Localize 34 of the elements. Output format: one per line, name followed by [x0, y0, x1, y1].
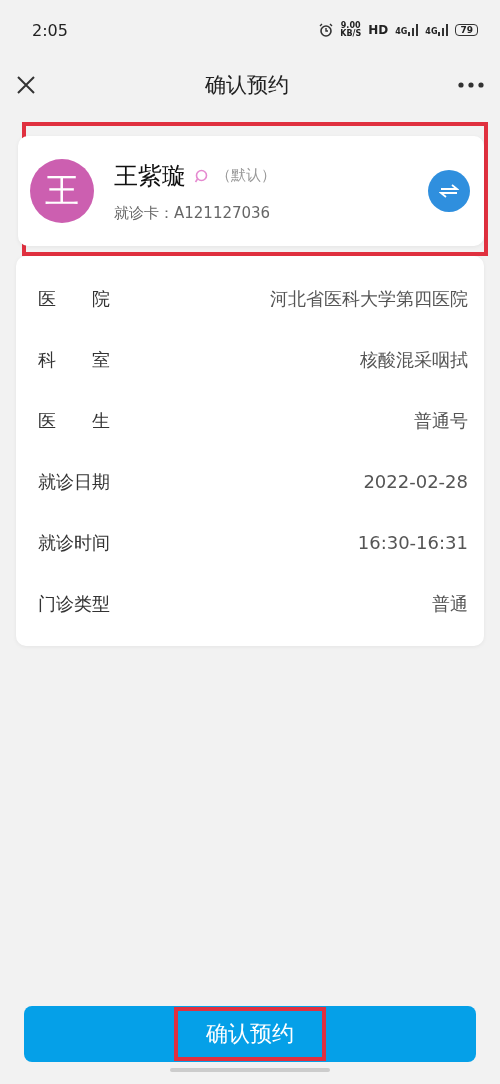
signal-icon: [408, 24, 419, 36]
patient-card[interactable]: 王 王紫璇 （默认） 就诊卡：A121127036: [18, 136, 484, 246]
status-time: 2:05: [32, 20, 68, 40]
chat-bubble-icon: [194, 168, 208, 183]
detail-value: 16:30-16:31: [357, 532, 468, 553]
network-type: 4G: [395, 28, 408, 36]
patient-name: 王紫璇: [114, 160, 186, 192]
hd-indicator: HD: [368, 23, 389, 37]
network-speed: 9.00: [340, 22, 361, 30]
detail-label: 门诊类型: [38, 591, 110, 616]
detail-label: 科 室: [38, 347, 110, 372]
default-tag: （默认）: [216, 166, 276, 185]
close-icon[interactable]: [16, 75, 36, 95]
detail-label: 医 院: [38, 286, 110, 311]
signal-icon: [438, 24, 449, 36]
detail-value: 2022-02-28: [363, 471, 468, 492]
avatar: 王: [30, 159, 94, 223]
detail-label: 医 生: [38, 408, 110, 433]
battery-level: 79: [455, 24, 478, 36]
alarm-icon: [319, 23, 334, 37]
detail-label: 就诊日期: [38, 469, 110, 494]
detail-value: 普通: [432, 591, 468, 616]
highlight-frame: 确认预约: [174, 1007, 326, 1061]
speed-unit: KB/S: [340, 30, 362, 38]
detail-label: 就诊时间: [38, 530, 110, 555]
page-title: 确认预约: [205, 72, 289, 99]
detail-value: 普通号: [414, 408, 468, 433]
detail-value: 河北省医科大学第四医院: [270, 286, 468, 311]
swap-icon: [439, 184, 459, 198]
detail-value: 核酸混采咽拭: [360, 347, 468, 372]
switch-patient-button[interactable]: [428, 170, 470, 212]
card-number: 就诊卡：A121127036: [114, 203, 272, 223]
more-icon[interactable]: [458, 82, 484, 88]
network-type: 4G: [425, 28, 438, 36]
